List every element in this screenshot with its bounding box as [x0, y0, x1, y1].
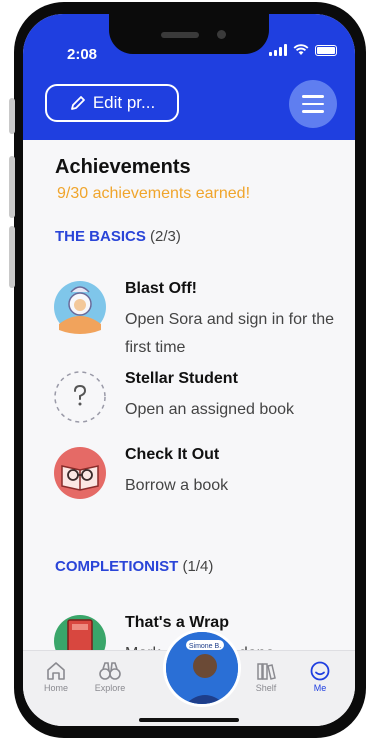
phone-side-button [9, 226, 15, 288]
phone-side-button [9, 156, 15, 218]
avatar-label: Simone B. [189, 643, 221, 650]
battery-icon [315, 44, 337, 56]
achievement-desc: Borrow a book [125, 477, 229, 494]
notch [109, 14, 269, 54]
avatar-tab[interactable]: Simone B. [163, 629, 241, 707]
tab-explore[interactable]: Explore [85, 661, 135, 693]
achievement-name: That's a Wrap [125, 614, 229, 631]
edit-profile-label: Edit pr... [92, 93, 156, 112]
book-glasses-icon [54, 447, 106, 499]
signal-icon [269, 44, 287, 56]
tab-me[interactable]: Me [295, 661, 345, 693]
binoculars-icon [99, 662, 121, 680]
edit-profile-button[interactable]: Edit pr... [45, 84, 179, 122]
home-icon [47, 662, 65, 680]
astronaut-badge-icon [54, 281, 106, 334]
smiley-icon [310, 661, 330, 681]
achievement-name: Check It Out [125, 446, 220, 463]
achievement-item[interactable]: Stellar Student Open an assigned book [53, 370, 343, 428]
tab-home[interactable]: Home [31, 661, 81, 693]
status-time: 2:08 [67, 46, 98, 63]
section-title-basics: THE BASICS (2/3) [55, 228, 181, 245]
home-indicator [139, 718, 239, 722]
achievement-desc: Open Sora and sign in for the first time [125, 311, 335, 356]
pencil-icon [70, 96, 85, 110]
avatar-photo: Simone B. [166, 632, 238, 704]
tab-shelf[interactable]: Shelf [241, 661, 291, 693]
achievement-desc: Open an assigned book [125, 401, 295, 418]
question-mark-icon [54, 371, 106, 423]
achievement-item[interactable]: Blast Off! Open Sora and sign in for the… [53, 280, 343, 356]
achievement-name: Blast Off! [125, 280, 197, 297]
status-icons [269, 44, 337, 56]
tab-bar: Home Explore Simone B. Shelf Me [23, 629, 355, 726]
achievements-content: Achievements 9/30 achievements earned! T… [23, 140, 355, 667]
section-title-completionist: COMPLETIONIST (1/4) [55, 558, 214, 575]
achievements-progress-text: 9/30 achievements earned! [57, 185, 251, 202]
menu-button[interactable] [289, 80, 337, 128]
page-title: Achievements [55, 156, 191, 178]
wifi-icon [293, 44, 309, 55]
achievement-name: Stellar Student [125, 370, 238, 387]
screen: 2:08 Edit pr... Achievements 9/30 achiev… [23, 14, 355, 726]
achievement-item[interactable]: Check It Out Borrow a book [53, 446, 343, 504]
books-icon [257, 663, 276, 680]
phone-side-button [9, 98, 15, 134]
